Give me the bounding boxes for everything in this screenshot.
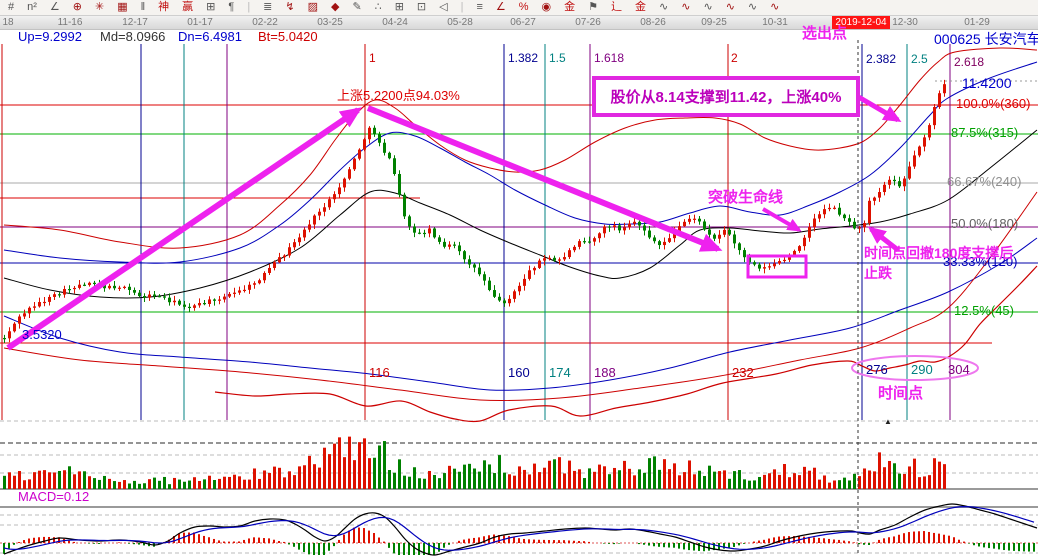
app-window: #n²∠⊕✳▦‖神赢⊞¶|≣↯▨◆✎∴⊞⊡◁|≡∠%◉金⚑辶金∿∿∿∿∿∿ ▲ … [0,0,1038,556]
level-87pct: 87.5%(315) [951,126,1018,140]
level-12pct: 12.5%(45) [954,304,1014,318]
time-188: 188 [594,366,616,380]
date-label-04-24: 04-24 [382,17,408,28]
macd-value: MACD=0.12 [18,490,89,504]
ratio-2: 2 [731,52,738,65]
level-66pct: 66.67%(240) [947,175,1021,189]
level-50pct: 50.0%(180) [951,217,1018,231]
date-label-06-27: 06-27 [510,17,536,28]
date-label-05-28: 05-28 [447,17,473,28]
ratio-2618: 2.618 [954,56,984,69]
date-label-03-25: 03-25 [317,17,343,28]
date-label-02-22: 02-22 [252,17,278,28]
date-label-01-17: 01-17 [187,17,213,28]
stock-code-name: 000625 长安汽车 [934,29,1038,49]
date-label-08-26: 08-26 [640,17,666,28]
time-160: 160 [508,366,530,380]
rise-note: 上涨5.2200点94.03% [337,89,460,103]
support-note-box: 股价从8.14支撑到11.42，上涨40% [592,76,860,117]
time-116: 116 [369,366,390,380]
time-232: 232 [732,366,754,380]
upper-band-readout: Up=9.2992 [18,29,82,44]
ratio-1382: 1.382 [508,52,538,65]
lower-band-readout: Dn=6.4981 [178,29,242,44]
date-label-09-25: 09-25 [701,17,727,28]
pullback-note-line2: 止跌 [864,266,892,281]
date-label-18: 18 [2,17,13,28]
date-label-12-17: 12-17 [122,17,148,28]
ratio-25: 2.5 [911,53,928,66]
time-276: 276 [866,363,888,377]
chart-labels-layer: Up=9.2992 Md=8.0966 Dn=6.4981 Bt=5.0420 … [0,0,1038,556]
ratio-2382: 2.382 [866,53,896,66]
time-point-note: 时间点 [878,386,923,403]
level-100pct: 100.0%(360) [956,97,1030,111]
time-304: 304 [948,363,970,377]
support-note-text: 股价从8.14支撑到11.42，上涨40% [611,86,842,107]
date-label-07-26: 07-26 [575,17,601,28]
pullback-note-line1: 时间点回撤180度支撑后 [864,246,1013,261]
date-label-12-30: 12-30 [892,17,918,28]
breakout-note: 突破生命线 [708,190,783,207]
middle-band-readout: Md=8.0966 [100,29,165,44]
ratio-1: 1 [369,52,376,65]
date-label-11-16: 11-16 [58,17,83,28]
ratio-15: 1.5 [549,52,566,65]
ratio-1618: 1.618 [594,52,624,65]
lower-band-value: 3.5320 [22,328,62,342]
pick-point-note: 选出点 [802,26,847,43]
time-290: 290 [911,363,933,377]
bottom-band-readout: Bt=5.0420 [258,29,318,44]
date-label-01-29: 01-29 [964,17,990,28]
price-high-value: 11.4200 [962,76,1012,91]
date-label-10-31: 10-31 [762,17,788,28]
time-174: 174 [549,366,571,380]
